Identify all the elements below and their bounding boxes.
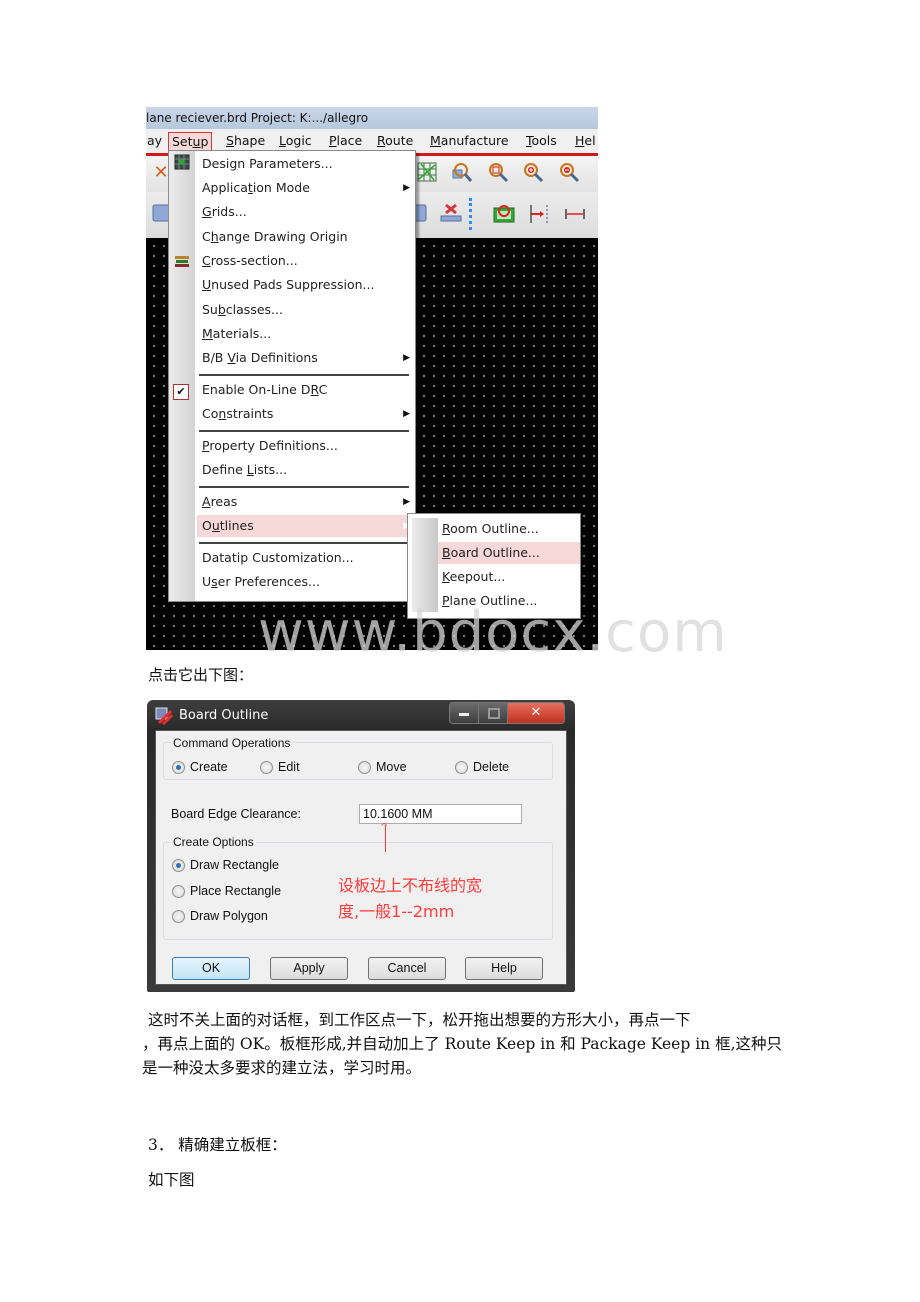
submenu-gutter: [412, 518, 438, 612]
menu-item-materials[interactable]: Materials...: [197, 323, 416, 345]
menu-item-change-drawing-origin[interactable]: Change Drawing Origin: [197, 226, 416, 248]
create-options-label: Create Options: [171, 835, 256, 849]
menu-item-bb-via-definitions[interactable]: B/B Via Definitions ▶: [197, 347, 416, 369]
menu-item-outlines[interactable]: Outlines▶: [197, 515, 416, 537]
radio-dot: [172, 910, 185, 923]
dimension-line-icon[interactable]: [562, 202, 588, 228]
menu-place[interactable]: Place: [326, 132, 365, 150]
zoom-fit-icon[interactable]: [449, 161, 475, 187]
menu-item-application-mode[interactable]: Application Mode ▶: [197, 177, 416, 199]
menu-setup[interactable]: Setup: [168, 132, 213, 152]
menu-item-datatip-customization[interactable]: Datatip Customization...: [197, 547, 416, 569]
board-edge-clearance-input[interactable]: 10.1600 MM: [359, 804, 522, 824]
dialog-body: Command Operations Create Edit Move Dele…: [155, 730, 567, 985]
menu-route[interactable]: Route: [374, 132, 416, 150]
radio-draw-rectangle[interactable]: Draw Rectangle: [172, 857, 279, 873]
menu-item-subclasses[interactable]: Subclasses...: [197, 299, 416, 321]
menu-item-constraints[interactable]: Constraints ▶: [197, 403, 416, 425]
app-icon: [155, 707, 174, 726]
board-edge-clearance-label: Board Edge Clearance:: [171, 807, 301, 821]
watermark: www.bdocx.com: [258, 600, 728, 665]
submenu-arrow-icon: ▶: [403, 183, 410, 193]
cross-section-icon: [174, 253, 190, 269]
radio-dot: [260, 761, 273, 774]
apply-button[interactable]: Apply: [270, 957, 348, 980]
dialog-title: Board Outline: [179, 708, 269, 723]
ok-button[interactable]: OK: [172, 957, 250, 980]
maximize-button[interactable]: [478, 702, 508, 724]
setup-menu: Design Parameters... Application Mode ▶ G…: [168, 150, 416, 602]
paragraph-line: ，再点上面的 OK。板框形成,并自动加上了 Route Keep in 和 Pa…: [142, 1035, 782, 1053]
radio-place-rectangle[interactable]: Place Rectangle: [172, 883, 281, 899]
menu-display-partial[interactable]: ay: [146, 132, 165, 150]
menu-separator: [199, 486, 409, 488]
submenu-arrow-icon: ▶: [403, 497, 410, 507]
maximize-icon: [488, 708, 500, 719]
annotation-arrowhead-icon: ^: [380, 822, 389, 833]
section-heading: 3． 精确建立板框：: [148, 1136, 287, 1154]
radio-dot: [172, 859, 185, 872]
caption-click-result: 点击它出下图：: [148, 666, 254, 684]
radio-edit[interactable]: Edit: [260, 759, 300, 775]
close-icon: ✕: [530, 705, 542, 720]
menu-item-areas[interactable]: Areas ▶: [197, 491, 416, 513]
menu-item-grids[interactable]: Grids...: [197, 201, 416, 223]
checkmark-icon[interactable]: ✔: [173, 384, 189, 400]
window-title: lane reciever.brd Project: K:.../allegro: [146, 107, 598, 129]
menu-item-property-definitions[interactable]: Property Definitions...: [197, 435, 416, 457]
pcb-board-icon[interactable]: [491, 202, 517, 228]
submenu-arrow-icon: ▶: [403, 409, 410, 419]
menu-tools[interactable]: Tools: [523, 132, 560, 150]
instruction-paragraph: 这时不关上面的对话框，到工作区点一下，松开拖出想要的方形大小，再点一下 ，再点上…: [142, 1008, 828, 1080]
allegro-screenshot: lane reciever.brd Project: K:.../allegro…: [146, 107, 598, 650]
close-button[interactable]: ✕: [507, 702, 565, 724]
radio-delete[interactable]: Delete: [455, 759, 509, 775]
radio-dot: [172, 885, 185, 898]
menu-shape[interactable]: Shape: [223, 132, 268, 150]
radio-draw-polygon[interactable]: Draw Polygon: [172, 908, 268, 924]
zoom-out-icon[interactable]: [556, 161, 582, 187]
menu-help[interactable]: Hel: [572, 132, 598, 150]
command-operations-label: Command Operations: [171, 736, 293, 750]
toolbar-separator: [469, 198, 475, 230]
radio-create[interactable]: Create: [172, 759, 228, 775]
paragraph-line: 这时不关上面的对话框，到工作区点一下，松开拖出想要的方形大小，再点一下: [148, 1011, 691, 1029]
radio-dot: [455, 761, 468, 774]
menu-logic[interactable]: Logic: [276, 132, 315, 150]
menu-item-enable-online-drc[interactable]: Enable On-Line DRC: [197, 379, 416, 401]
grid-snap-icon[interactable]: [414, 161, 440, 187]
board-outline-dialog: Board Outline ✕ Command Operations Creat…: [147, 700, 575, 992]
delete-layer-icon[interactable]: [438, 202, 464, 228]
radio-dot: [172, 761, 185, 774]
menu-item-cross-section[interactable]: Cross-section...: [197, 250, 416, 272]
cancel-button[interactable]: Cancel: [368, 957, 446, 980]
submenu-arrow-icon: ▶: [403, 353, 410, 363]
menu-separator: [199, 542, 409, 544]
help-button[interactable]: Help: [465, 957, 543, 980]
window-controls: ✕: [449, 702, 571, 724]
paragraph-line: 是一种没太多要求的建立法，学习时用。: [142, 1059, 422, 1077]
submenu-item-board-outline[interactable]: Board Outline...: [438, 542, 580, 564]
minimize-button[interactable]: [449, 702, 479, 724]
menu-item-unused-pads-suppression[interactable]: Unused Pads Suppression...: [197, 274, 416, 296]
radio-move[interactable]: Move: [358, 759, 407, 775]
submenu-item-room-outline[interactable]: Room Outline...: [438, 518, 580, 540]
menu-icon-gutter: [169, 151, 195, 601]
menu-item-define-lists[interactable]: Define Lists...: [197, 459, 416, 481]
radio-dot: [358, 761, 371, 774]
zoom-in-icon[interactable]: [520, 161, 546, 187]
submenu-item-keepout[interactable]: Keepout...: [438, 566, 580, 588]
menu-manufacture[interactable]: Manufacture: [427, 132, 512, 150]
menu-separator: [199, 374, 409, 376]
dimension-arrow-icon[interactable]: [526, 202, 552, 228]
design-parameters-icon: [174, 154, 190, 170]
menu-item-design-parameters[interactable]: Design Parameters...: [197, 153, 416, 175]
menu-separator: [199, 430, 409, 432]
caption-see-below: 如下图: [148, 1171, 195, 1189]
zoom-window-icon[interactable]: [485, 161, 511, 187]
minimize-icon: [459, 713, 469, 716]
menu-item-user-preferences[interactable]: User Preferences...: [197, 571, 416, 593]
annotation-text: 设板边上不布线的宽 度,一般1--2mm: [338, 876, 483, 921]
